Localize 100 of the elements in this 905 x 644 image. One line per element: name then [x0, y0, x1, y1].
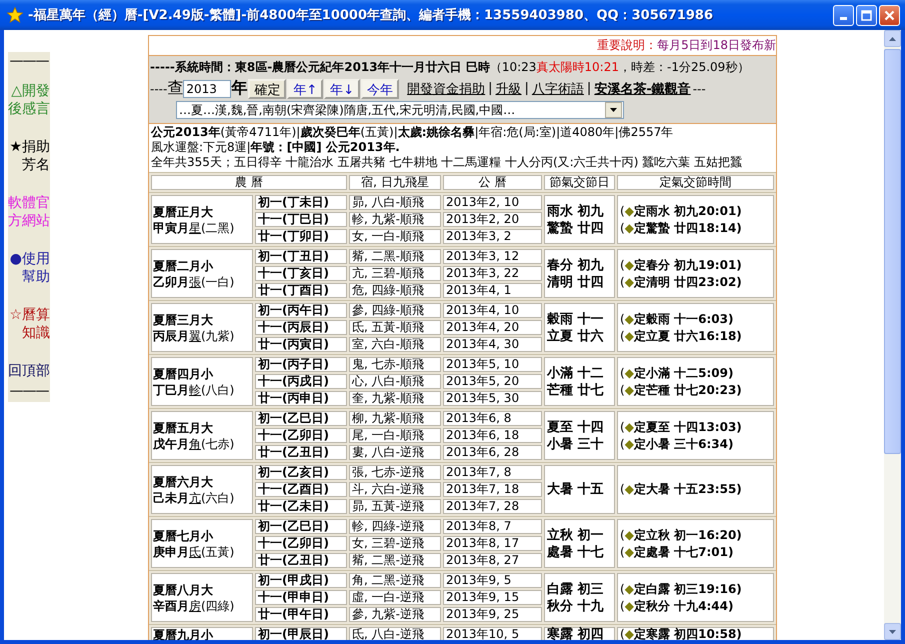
solar-date-cell: 2013年7, 18	[443, 482, 542, 497]
solar-date-cell: 2013年4, 10	[443, 303, 542, 318]
lunar-day-cell: 初一(丙午日)	[255, 303, 347, 318]
solar-term: 寒露 初四	[547, 626, 605, 640]
sidebar-link[interactable]: △開發後感言	[8, 82, 50, 118]
search-label: 查	[167, 78, 184, 99]
lunar-day-cell: 十一(丙辰日)	[255, 320, 347, 335]
sidebar-link[interactable]: ★捐助芳名	[8, 138, 50, 174]
column-header: 節氣交節日	[544, 175, 615, 190]
era-dropdown[interactable]: …夏…漢,魏,晉,南朝(宋齊梁陳)隋唐,五代,宋元明清,民國,中國…	[176, 101, 624, 119]
solar-time: 真太陽時10:21	[536, 59, 619, 76]
year-nav-button[interactable]: 年↑	[287, 78, 324, 98]
solar-date-cell: 2013年3, 22	[443, 266, 542, 281]
link[interactable]: 安溪名茶-鐵觀音	[594, 80, 691, 98]
mansion-star-cell: 女, 三碧-逆飛	[349, 536, 441, 551]
lunar-day-cell: 十一(丁亥日)	[255, 266, 347, 281]
solar-term: 秋分 十九	[547, 598, 605, 614]
maximize-button[interactable]	[856, 4, 877, 26]
solar-term-time: (◆定雨水 初九20:01)	[620, 202, 743, 220]
solar-date-cell: 2013年5, 20	[443, 374, 542, 389]
year-input[interactable]: 2013	[183, 80, 232, 98]
solar-term-time: (◆定大暑 十五23:55)	[620, 481, 743, 498]
mansion-star-cell: 昴, 八白-順飛	[349, 195, 441, 210]
solar-term-time: (◆定立夏 廿六16:18)	[620, 328, 743, 344]
lunar-day-cell: 初一(丁未日)	[255, 195, 347, 210]
close-icon	[884, 10, 895, 20]
lunar-day-cell: 廿一(丙寅日)	[255, 337, 347, 352]
month-stem-branch: 己未月 亢(六白)	[153, 490, 236, 506]
solar-date-cell: 2013年4, 30	[443, 337, 542, 352]
lunar-day-cell: 初一(乙亥日)	[255, 465, 347, 480]
mansion-star-cell: 參, 九紫-逆飛	[349, 607, 441, 622]
close-button[interactable]	[879, 4, 900, 26]
column-header: 農 曆	[151, 175, 347, 190]
solar-date-cell: 2013年3, 2	[443, 229, 542, 244]
dash-tail: ---	[692, 82, 706, 96]
mansion-star-cell: 軫, 四綠-逆飛	[349, 519, 441, 534]
lunar-day-cell: 十一(甲申日)	[255, 590, 347, 605]
lunar-day-cell: 廿一(乙丑日)	[255, 445, 347, 460]
lunar-day-cell: 初一(丙子日)	[255, 357, 347, 372]
mansion-star-cell: 亢, 三碧-順飛	[349, 266, 441, 281]
mansion-star-cell: 心, 八白-順飛	[349, 374, 441, 389]
lunar-day-cell: 廿一(丁酉日)	[255, 283, 347, 298]
solar-date-cell: 2013年9, 15	[443, 590, 542, 605]
solar-date-cell: 2013年10, 5	[443, 627, 542, 640]
solar-term: 立夏 廿六	[547, 328, 605, 344]
lunar-day-cell: 廿一(丙申日)	[255, 391, 347, 406]
column-header: 公 曆	[443, 175, 542, 190]
sidebar-link[interactable]: ●使用幫助	[8, 250, 50, 286]
scroll-up-button[interactable]	[884, 30, 901, 47]
solar-date-cell: 2013年9, 25	[443, 607, 542, 622]
month-name: 夏曆九月小	[153, 626, 214, 640]
notice-label: 重要說明：	[597, 38, 658, 52]
solar-date-cell: 2013年2, 10	[443, 195, 542, 210]
solar-date-cell: 2013年8, 7	[443, 519, 542, 534]
month-name: 夏曆三月大	[153, 312, 214, 328]
mansion-star-cell: 奎, 九紫-順飛	[349, 391, 441, 406]
mansion-star-cell: 虛, 一白-逆飛	[349, 590, 441, 605]
solar-term: 春分 初九	[547, 256, 605, 274]
maximize-icon	[861, 10, 872, 20]
solar-term: 夏至 十四	[547, 418, 605, 436]
link[interactable]: 升級	[496, 80, 522, 98]
scroll-down-button[interactable]	[884, 623, 901, 640]
mansion-star-cell: 室, 六白-順飛	[349, 337, 441, 352]
solar-term-time: (◆定白露 初三19:16)	[620, 580, 743, 598]
solar-term: 小暑 三十	[547, 436, 605, 452]
minimize-button[interactable]	[833, 4, 854, 26]
lunar-day-cell: 廿一(丁卯日)	[255, 229, 347, 244]
year-nav-button[interactable]: 年↓	[324, 78, 360, 98]
year-nav-button[interactable]: 今年	[361, 78, 400, 98]
sidebar-link[interactable]: 回頂部	[8, 362, 50, 380]
solar-date-cell: 2013年9, 5	[443, 573, 542, 588]
dash-rule: ———	[8, 52, 50, 70]
dash-rule: ———	[8, 382, 50, 400]
solar-term: 立秋 初一	[547, 526, 605, 544]
solar-term-time: (◆定清明 廿四23:02)	[620, 274, 743, 290]
month-name: 夏曆七月小	[153, 528, 214, 544]
lunar-day-cell: 十一(丙戌日)	[255, 374, 347, 389]
up-arrow-icon	[889, 36, 896, 40]
column-header: 定氣交節時間	[617, 175, 774, 190]
lunar-day-cell: 廿一(乙未日)	[255, 499, 347, 514]
solar-date-cell: 2013年2, 20	[443, 212, 542, 227]
column-header: 宿, 日九飛星	[349, 175, 441, 190]
month-name: 夏曆正月大	[153, 204, 214, 220]
confirm-button[interactable]: 確定	[248, 78, 286, 98]
solar-date-cell: 2013年5, 10	[443, 357, 542, 372]
mansion-star-cell: 角, 二黑-逆飛	[349, 573, 441, 588]
month-stem-branch: 辛酉月 房(四綠)	[153, 598, 236, 614]
lunar-day-cell: 十一(乙卯日)	[255, 536, 347, 551]
link[interactable]: 開發資金捐助	[407, 80, 486, 98]
solar-term: 雨水 初九	[547, 202, 605, 220]
link[interactable]: 八字術語	[532, 80, 584, 98]
solar-date-cell: 2013年4, 1	[443, 283, 542, 298]
mansion-star-cell: 參, 四綠-順飛	[349, 303, 441, 318]
sidebar-link[interactable]: ☆曆算知識	[8, 306, 50, 342]
solar-date-cell: 2013年6, 18	[443, 428, 542, 443]
scrollbar-thumb[interactable]	[884, 49, 901, 454]
solar-term: 芒種 廿七	[547, 382, 605, 398]
solar-term: 穀雨 十一	[547, 310, 605, 328]
lunar-day-cell: 廿一(乙丑日)	[255, 553, 347, 568]
dropdown-arrow-icon	[610, 108, 617, 112]
